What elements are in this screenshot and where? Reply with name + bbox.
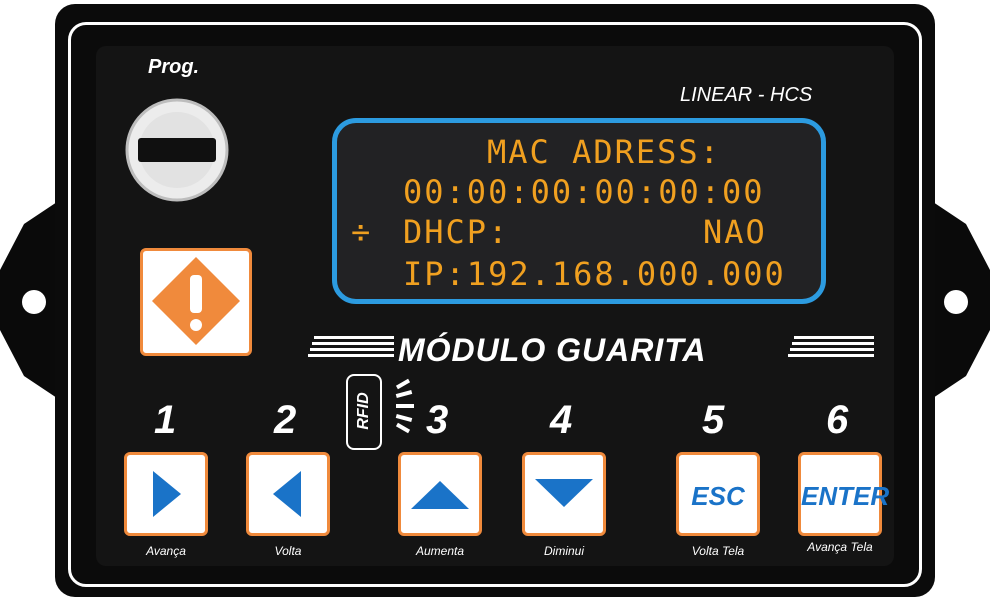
lcd-cursor: ÷ <box>351 213 373 251</box>
arrow-up-icon <box>411 481 469 509</box>
module-title: MÓDULO GUARITA <box>398 332 707 368</box>
title-speedlines-right <box>788 334 874 358</box>
button-6-number: 6 <box>826 398 849 442</box>
mounting-hole-left <box>22 290 46 314</box>
button-1-number: 1 <box>154 398 177 442</box>
lcd-line-4: IP:192.168.000.000 <box>403 255 786 293</box>
lcd-display: MAC ADRESS: 00:00:00:00:00:00 ÷ DHCP: NA… <box>332 118 826 304</box>
button-2-number: 2 <box>274 398 297 442</box>
lcd-line-3-value: NAO <box>703 213 767 251</box>
esc-button[interactable]: ESC <box>676 452 760 536</box>
arrow-down-icon <box>535 479 593 507</box>
lcd-line-2: 00:00:00:00:00:00 <box>403 173 765 211</box>
brand-label: LINEAR - HCS <box>680 84 813 106</box>
arrow-left-icon <box>273 471 301 517</box>
button-4-number: 4 <box>550 398 573 442</box>
button-4-caption: Diminui <box>543 544 584 558</box>
arrow-right-icon <box>153 471 181 517</box>
button-6-caption: Avança Tela <box>807 540 873 554</box>
button-5-caption: Volta Tela <box>691 544 745 558</box>
warning-diamond-icon <box>152 257 240 345</box>
button-5-number: 5 <box>702 398 725 442</box>
button-3-caption: Aumenta <box>415 544 465 558</box>
esc-label: ESC <box>691 481 745 511</box>
next-button[interactable] <box>124 452 208 536</box>
rfid-icon <box>392 378 416 438</box>
decrease-button[interactable] <box>522 452 606 536</box>
mounting-hole-right <box>944 290 968 314</box>
lcd-line-1: MAC ADRESS: <box>487 133 721 171</box>
rfid-reader: RFID <box>346 374 382 450</box>
lcd-line-3-label: DHCP: <box>403 213 510 251</box>
button-2-caption: Volta <box>274 544 302 558</box>
enter-label: ENTER <box>801 481 890 511</box>
increase-button[interactable] <box>398 452 482 536</box>
button-1-caption: Avança <box>146 544 186 558</box>
button-3-number: 3 <box>426 398 449 442</box>
rfid-label: RFID <box>355 392 372 430</box>
alarm-button[interactable] <box>140 248 252 356</box>
enter-button[interactable]: ENTER <box>798 452 890 536</box>
key-switch-icon[interactable] <box>118 96 236 204</box>
back-button[interactable] <box>246 452 330 536</box>
title-speedlines-left <box>308 334 394 358</box>
prog-label: Prog. <box>148 56 200 78</box>
